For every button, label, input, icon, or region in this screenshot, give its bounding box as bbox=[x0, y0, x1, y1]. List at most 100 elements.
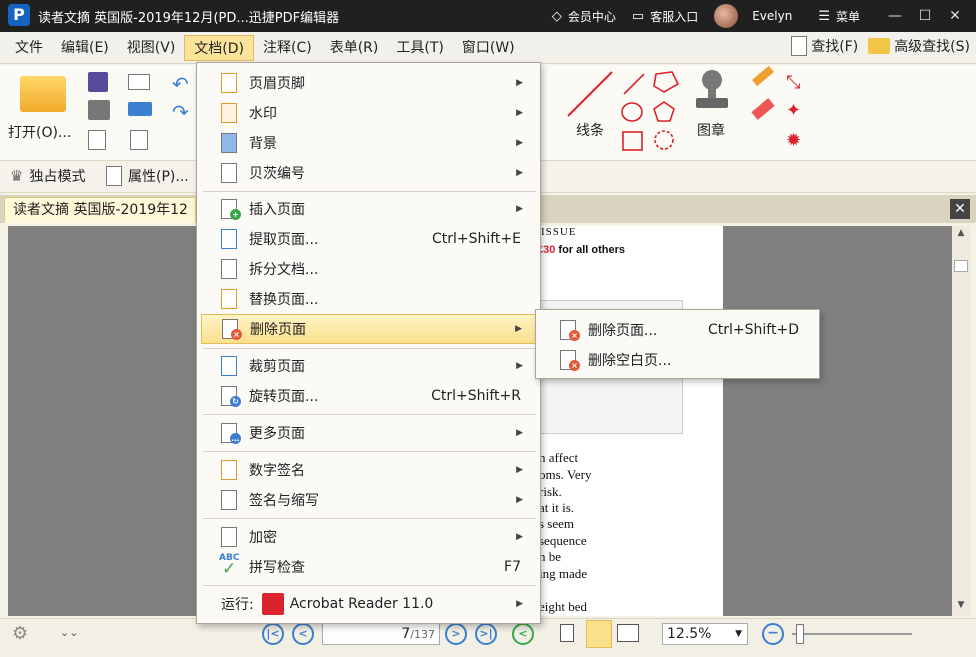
properties-button[interactable]: 属性(P)... bbox=[106, 166, 189, 186]
run-target-label: Acrobat Reader 11.0 bbox=[289, 596, 434, 612]
menu-item-label: 背景 bbox=[249, 136, 277, 152]
menu-file[interactable]: 文件 bbox=[6, 35, 52, 61]
submenu-item-delete-blank-pages[interactable]: × 删除空白页... bbox=[540, 346, 815, 374]
save-icon[interactable] bbox=[88, 72, 108, 92]
menu-item-bates-numbering[interactable]: 贝茨编号 ▶ bbox=[201, 158, 537, 188]
previous-page-button[interactable]: < bbox=[292, 623, 314, 645]
menu-document[interactable]: 文档(D) bbox=[184, 34, 255, 61]
document-tab[interactable]: 读者文摘 英国版-2019年12 bbox=[4, 197, 196, 223]
zoom-slider[interactable] bbox=[792, 624, 912, 644]
menu-item-shortcut: Ctrl+Shift+R bbox=[431, 388, 521, 404]
bates-number-icon bbox=[219, 162, 241, 184]
polygon-tool-icon bbox=[653, 71, 680, 93]
continuous-view-icon[interactable] bbox=[586, 620, 612, 648]
menu-item-delete-page[interactable]: × 删除页面 ▶ bbox=[201, 314, 537, 344]
scan-icon[interactable] bbox=[128, 102, 152, 116]
measure-icon[interactable]: ⤡ bbox=[786, 72, 800, 93]
menu-item-spell-check[interactable]: ABC ✓ 拼写检查 F7 bbox=[201, 552, 537, 582]
menu-tools[interactable]: 工具(T) bbox=[387, 35, 452, 61]
user-name[interactable]: Evelyn bbox=[752, 9, 792, 23]
zoom-select[interactable]: 12.5% ▼ bbox=[662, 623, 748, 645]
facing-view-icon[interactable] bbox=[617, 624, 639, 642]
menu-separator bbox=[203, 585, 536, 586]
menu-edit[interactable]: 编辑(E) bbox=[52, 35, 118, 61]
menu-item-watermark[interactable]: 水印 ▶ bbox=[201, 98, 537, 128]
exclusive-mode-label: 独占模式 bbox=[29, 169, 86, 185]
menu-item-shortcut: Ctrl+Shift+E bbox=[431, 231, 521, 247]
split-document-icon bbox=[219, 258, 241, 280]
menu-item-more-pages[interactable]: … 更多页面 ▶ bbox=[201, 418, 537, 448]
redo-icon[interactable]: ↷ bbox=[172, 100, 189, 124]
scroll-up-arrow[interactable]: ▲ bbox=[954, 228, 968, 242]
perimeter-icon[interactable]: ✹ bbox=[786, 130, 801, 151]
single-page-view-icon[interactable] bbox=[560, 624, 574, 642]
menu-view[interactable]: 视图(V) bbox=[118, 35, 185, 61]
scroll-down-arrow[interactable]: ▼ bbox=[954, 600, 968, 614]
menu-item-rotate-page[interactable]: ↻ 旋转页面... Ctrl+Shift+R bbox=[201, 381, 537, 411]
advanced-find-button[interactable]: 高级查找(S) bbox=[868, 36, 970, 56]
close-tab-button[interactable]: ✕ bbox=[950, 199, 970, 219]
area-icon[interactable]: ✦ bbox=[786, 100, 801, 121]
find-doc-icon bbox=[791, 36, 808, 56]
submenu-arrow-icon: ▶ bbox=[516, 532, 523, 542]
last-page-button[interactable]: >| bbox=[475, 623, 497, 645]
menu-item-label: 插入页面 bbox=[249, 202, 305, 218]
menu-item-label: 提取页面... bbox=[249, 232, 319, 248]
menu-item-label: 更多页面 bbox=[249, 426, 305, 442]
minimize-button[interactable]: — bbox=[880, 8, 910, 24]
open-button[interactable]: 打开(O)... bbox=[6, 70, 76, 142]
zoom-out-button[interactable]: − bbox=[762, 623, 784, 645]
page-issue-heading: ISSUE bbox=[541, 226, 577, 238]
maximize-button[interactable]: ☐ bbox=[910, 8, 940, 24]
submenu-item-delete-pages[interactable]: × 删除页面... Ctrl+Shift+D bbox=[540, 316, 815, 344]
menu-bar-right: 查找(F) 高级查找(S) bbox=[781, 36, 970, 56]
first-page-button[interactable]: |< bbox=[262, 623, 284, 645]
exclusive-mode-button[interactable]: ♛ 独占模式 bbox=[10, 166, 85, 186]
menu-item-crop-page[interactable]: 裁剪页面 ▶ bbox=[201, 351, 537, 381]
member-center-link[interactable]: ◇ 会员中心 bbox=[552, 8, 616, 25]
menu-item-replace-page[interactable]: 替换页面... bbox=[201, 284, 537, 314]
page-price-rest: for all others bbox=[555, 244, 626, 256]
background-icon bbox=[219, 132, 241, 154]
stamp-label[interactable]: 图章 bbox=[697, 120, 725, 140]
menu-item-label: 拆分文档... bbox=[249, 262, 319, 278]
line-label[interactable]: 线条 bbox=[576, 120, 604, 140]
submenu-arrow-icon: ▶ bbox=[516, 168, 523, 178]
menu-item-digital-signature[interactable]: 数字签名 ▶ bbox=[201, 455, 537, 485]
vertical-scrollbar[interactable]: ▲ ▼ bbox=[952, 226, 970, 616]
new-doc-icon[interactable] bbox=[130, 130, 148, 150]
menu-item-header-footer[interactable]: 页眉页脚 ▶ bbox=[201, 68, 537, 98]
menu-item-extract-page[interactable]: 提取页面... Ctrl+Shift+E bbox=[201, 224, 537, 254]
avatar[interactable] bbox=[714, 4, 739, 28]
email-icon[interactable] bbox=[128, 74, 150, 90]
export-icon[interactable] bbox=[88, 130, 106, 150]
customer-service-link[interactable]: ▭ 客服入口 bbox=[632, 8, 698, 25]
menu-form[interactable]: 表单(R) bbox=[321, 35, 388, 61]
menu-window[interactable]: 窗口(W) bbox=[453, 35, 524, 61]
watermark-icon bbox=[219, 102, 241, 124]
cloud-tool-icon bbox=[654, 130, 674, 150]
page-number-field[interactable]: 7/137 bbox=[322, 623, 440, 645]
menu-item-label: 页眉页脚 bbox=[249, 76, 305, 92]
pdf-page[interactable]: ISSUE £30 for all others n affect oms. V… bbox=[537, 226, 723, 616]
menu-item-encrypt[interactable]: 加密 ▶ bbox=[201, 522, 537, 552]
go-back-button[interactable]: < bbox=[512, 623, 534, 645]
menu-item-sign-initials[interactable]: 签名与缩写 ▶ bbox=[201, 485, 537, 515]
expand-chevron-icon[interactable]: ⌄⌄ bbox=[60, 626, 78, 639]
menu-item-background[interactable]: 背景 ▶ bbox=[201, 128, 537, 158]
settings-gear-icon[interactable]: ⚙ bbox=[12, 623, 28, 644]
stamp-icon[interactable] bbox=[696, 70, 728, 114]
main-menu-button[interactable]: ☰ 菜单 bbox=[818, 8, 860, 25]
menu-item-insert-page[interactable]: + 插入页面 ▶ bbox=[201, 194, 537, 224]
print-icon[interactable] bbox=[88, 100, 110, 120]
menu-comment[interactable]: 注释(C) bbox=[254, 35, 321, 61]
close-window-button[interactable]: ✕ bbox=[940, 8, 970, 24]
find-button[interactable]: 查找(F) bbox=[791, 36, 858, 56]
menu-item-run[interactable]: 运行: Acrobat Reader 11.0 ▶ bbox=[201, 589, 537, 619]
extract-page-icon bbox=[219, 228, 241, 250]
scroll-thumb[interactable] bbox=[954, 260, 968, 272]
zoom-slider-handle[interactable] bbox=[796, 624, 804, 644]
undo-icon[interactable]: ↶ bbox=[172, 72, 189, 96]
next-page-button[interactable]: > bbox=[445, 623, 467, 645]
menu-item-split-document[interactable]: 拆分文档... bbox=[201, 254, 537, 284]
